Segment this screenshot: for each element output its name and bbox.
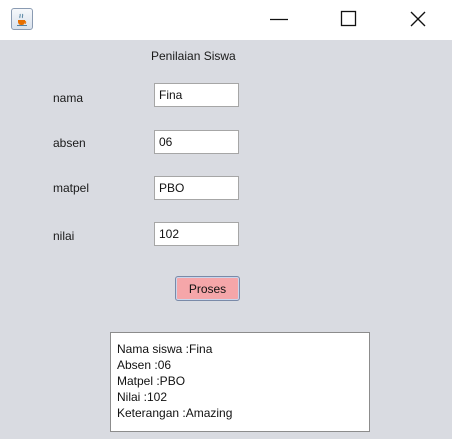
result-line-nama: Nama siswa :Fina (117, 342, 213, 356)
result-line-keterangan: Keterangan :Amazing (117, 406, 233, 420)
proses-button[interactable]: Proses (175, 276, 240, 301)
close-icon (410, 11, 426, 27)
app-window: Penilaian Siswa nama absen matpel nilai … (0, 0, 452, 439)
nilai-input[interactable] (154, 222, 239, 246)
result-line-nilai: Nilai :102 (117, 390, 168, 404)
nama-label: nama (53, 91, 84, 105)
minimize-icon (270, 18, 288, 21)
result-textarea[interactable]: Nama siswa :Fina Absen :06 Matpel :PBO N… (110, 332, 370, 432)
maximize-button[interactable] (325, 0, 371, 38)
maximize-icon (340, 10, 357, 27)
title-bar[interactable] (0, 0, 452, 40)
absen-input[interactable] (154, 130, 239, 154)
form-panel: Penilaian Siswa nama absen matpel nilai … (0, 40, 452, 439)
matpel-input[interactable] (154, 176, 239, 200)
result-line-absen: Absen :06 (117, 358, 172, 372)
result-line-matpel: Matpel :PBO (117, 374, 186, 388)
form-heading: Penilaian Siswa (151, 49, 236, 63)
nama-input[interactable] (154, 83, 239, 107)
nilai-label: nilai (53, 229, 75, 243)
java-cup-icon[interactable] (11, 8, 33, 30)
absen-label: absen (53, 136, 86, 150)
minimize-button[interactable] (256, 0, 302, 38)
matpel-label: matpel (53, 181, 90, 195)
close-button[interactable] (395, 0, 441, 38)
